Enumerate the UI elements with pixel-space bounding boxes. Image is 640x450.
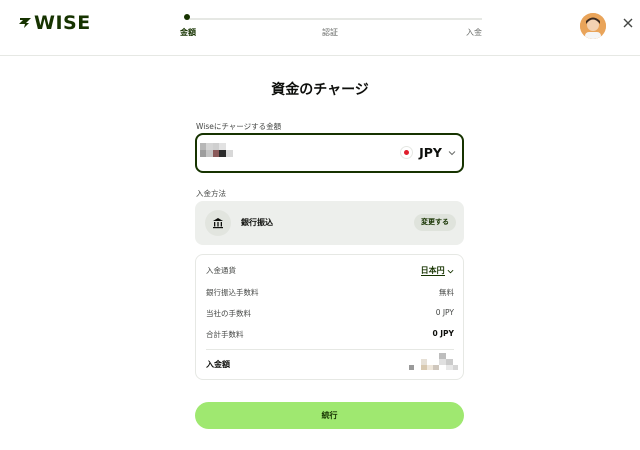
step-amount: 金額 — [180, 28, 196, 37]
currency-selector[interactable]: JPY — [400, 145, 456, 160]
summary-label: 当社の手数料 — [206, 309, 251, 318]
stepper-current-dot — [184, 14, 190, 20]
stepper-track — [186, 18, 482, 20]
change-method-button[interactable]: 変更する — [414, 214, 456, 231]
chevron-down-icon — [447, 269, 454, 273]
wise-flag-icon — [19, 18, 31, 28]
brand-name: WISE — [34, 12, 91, 34]
payment-method-card: 銀行振込 変更する — [195, 201, 464, 245]
bank-icon — [205, 210, 231, 236]
summary-row: 当社の手数料 0 JPY — [206, 308, 454, 320]
amount-label: Wiseにチャージする金額 — [196, 122, 282, 131]
user-avatar[interactable] — [580, 13, 606, 39]
summary-label: 合計手数料 — [206, 330, 244, 339]
step-deposit: 入金 — [466, 28, 482, 37]
summary-value: 0 JPY — [435, 308, 454, 317]
close-icon[interactable] — [621, 17, 635, 31]
page-title: 資金のチャージ — [271, 82, 369, 98]
method-name: 銀行振込 — [241, 218, 273, 227]
summary-row: 銀行振込手数料 無料 — [206, 287, 454, 299]
total-label: 入金額 — [206, 360, 230, 369]
deposit-currency-select[interactable]: 日本円 — [420, 265, 454, 276]
summary-value: 0 JPY — [432, 329, 454, 338]
summary-divider — [206, 349, 454, 350]
currency-code: JPY — [419, 145, 442, 160]
chevron-down-icon — [448, 150, 456, 155]
summary-label: 銀行振込手数料 — [206, 288, 259, 297]
deposit-currency-value: 日本円 — [420, 266, 445, 276]
japan-flag-icon — [400, 146, 414, 159]
method-label: 入金方法 — [196, 189, 226, 198]
summary-value: 無料 — [439, 288, 454, 297]
step-verification: 認証 — [322, 28, 338, 37]
wise-logo[interactable]: WISE — [18, 12, 91, 34]
progress-stepper: 金額 認証 入金 — [180, 10, 482, 40]
summary-row: 入金通貨 日本円 — [206, 265, 454, 277]
amount-input[interactable]: JPY — [195, 133, 464, 173]
continue-button[interactable]: 続行 — [195, 402, 464, 429]
fee-summary: 入金通貨 日本円 銀行振込手数料 無料 当社の手数料 0 JPY 合計手数料 0… — [195, 254, 464, 380]
summary-label: 入金通貨 — [206, 266, 236, 275]
top-header: WISE 金額 認証 入金 — [0, 0, 640, 56]
summary-row: 合計手数料 0 JPY — [206, 329, 454, 341]
